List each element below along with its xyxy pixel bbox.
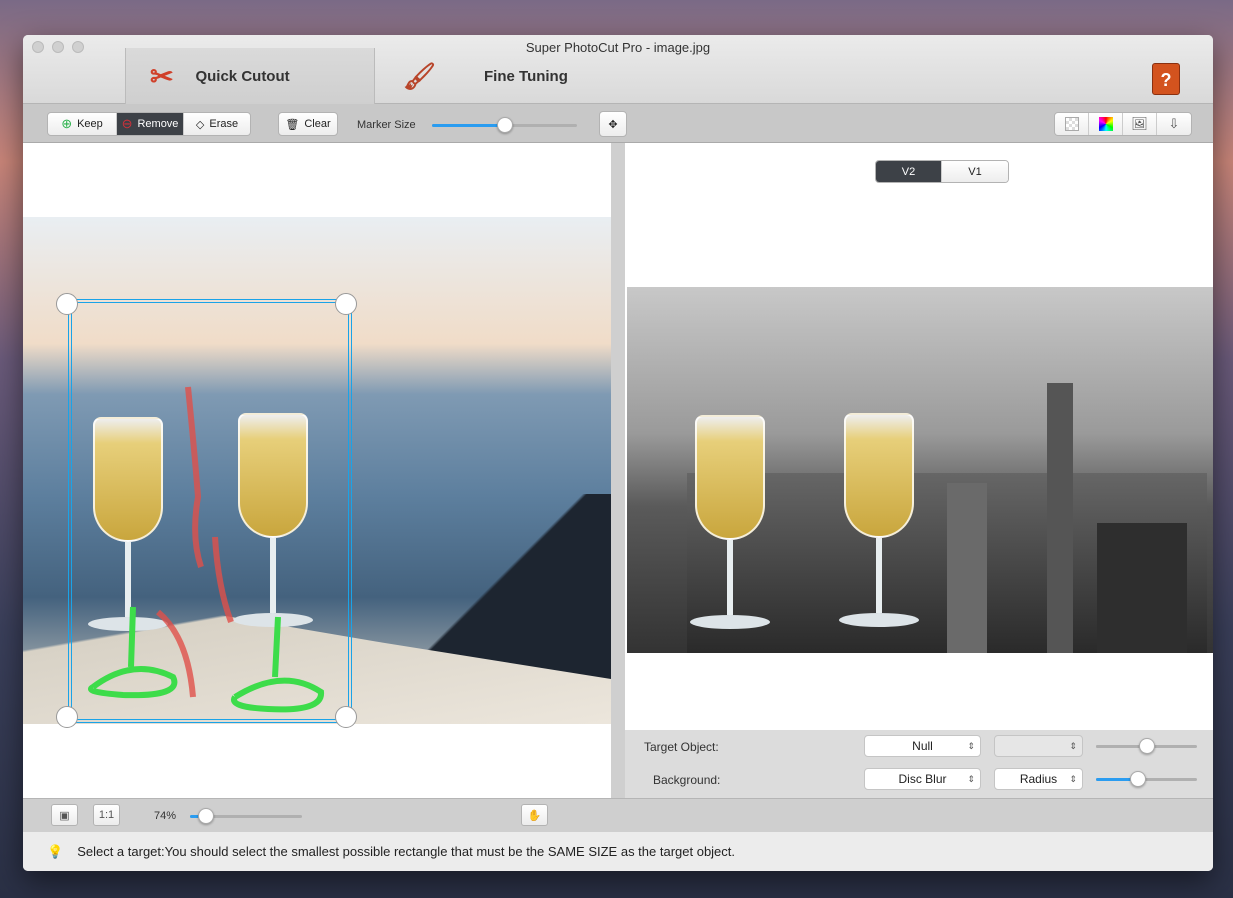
status-text: Select a target:You should select the sm… (77, 844, 736, 859)
background-select[interactable]: Disc Blur ⇕ (864, 768, 981, 790)
tab-label: Quick Cutout (195, 67, 290, 85)
remove-label: Remove (137, 118, 179, 130)
resize-handle-bottom-left[interactable] (56, 706, 78, 728)
preview-image (627, 287, 1213, 653)
image-bg-icon[interactable]: 🖼 (1123, 113, 1157, 135)
app-window: Super PhotoCut Pro - image.jpg ✂ Quick C… (23, 35, 1213, 871)
lightbulb-icon: 💡 (47, 843, 64, 859)
target-option-select[interactable]: ⇕ (994, 735, 1083, 757)
view-options: 🖼 ⇩ (1054, 112, 1192, 136)
zoom-slider[interactable] (190, 808, 302, 824)
actual-size-button[interactable]: 1:1 (93, 804, 120, 826)
color-picker-icon[interactable] (1089, 113, 1123, 135)
updown-icon: ⇕ (1069, 740, 1077, 751)
toolbar: ⊕ Keep ⊖ Remove ◇ Erase 🗑 Clear Marker Size … (23, 104, 1213, 143)
target-object-label: Target Object: (644, 740, 719, 754)
bottom-bar: ▣ 1:1 74% ✋ (23, 798, 1213, 832)
help-book-icon[interactable]: ? (1152, 63, 1180, 95)
eraser-icon: ◇ (195, 118, 205, 131)
target-object-value: Null (912, 739, 933, 753)
move-tool-button[interactable]: ✥ (599, 111, 627, 137)
tab-quick-cutout[interactable]: ✂ Quick Cutout (125, 48, 375, 104)
trash-icon: 🗑 (285, 118, 300, 131)
marker-mode-segmented: ⊕ Keep ⊖ Remove ◇ Erase (47, 112, 251, 136)
erase-button[interactable]: ◇ Erase (184, 113, 250, 135)
zoom-level: 74% (154, 810, 177, 822)
target-object-select[interactable]: Null ⇕ (864, 735, 981, 757)
export-icon[interactable]: ⇩ (1157, 113, 1191, 135)
background-param-select[interactable]: Radius ⇕ (994, 768, 1083, 790)
clear-label: Clear (304, 118, 331, 130)
fit-screen-icon[interactable]: ▣ (51, 804, 78, 826)
tab-label: Fine Tuning (484, 67, 568, 85)
split-divider[interactable] (611, 143, 625, 798)
background-param-value: Radius (1019, 772, 1058, 786)
erase-label: Erase (209, 118, 239, 130)
tab-fine-tuning[interactable]: 🖌 Fine Tuning (375, 48, 625, 104)
updown-icon: ⇕ (1069, 773, 1077, 784)
paintbrush-icon: 🖌 (403, 60, 437, 91)
selection-rectangle[interactable] (68, 299, 352, 723)
resize-handle-top-right[interactable] (335, 293, 357, 315)
target-slider[interactable] (1096, 738, 1197, 754)
effect-controls: Target Object: Null ⇕ ⇕ Background: Disc … (625, 730, 1213, 798)
source-canvas[interactable] (23, 143, 611, 798)
status-bar: 💡 Select a target:You should select the … (23, 832, 1213, 871)
preview-pane: V2 V1 Target Object: Null ⇕ ⇕ Background:… (625, 143, 1213, 798)
keep-button[interactable]: ⊕ Keep (48, 113, 117, 135)
transparent-bg-icon[interactable] (1055, 113, 1089, 135)
preview-glass-left (690, 415, 770, 629)
version-toggle: V2 V1 (875, 160, 1009, 183)
marker-size-slider[interactable] (432, 117, 577, 133)
minus-circle-icon: ⊖ (121, 116, 133, 131)
resize-handle-bottom-right[interactable] (335, 706, 357, 728)
clear-button[interactable]: 🗑 Clear (278, 112, 338, 136)
preview-glass-right (839, 413, 919, 627)
keep-label: Keep (77, 118, 103, 130)
title-bar: Super PhotoCut Pro - image.jpg ✂ Quick C… (23, 35, 1213, 104)
resize-handle-top-left[interactable] (56, 293, 78, 315)
remove-button[interactable]: ⊖ Remove (117, 113, 184, 135)
hand-icon[interactable]: ✋ (521, 804, 548, 826)
radius-slider[interactable] (1096, 771, 1197, 787)
marker-size-label: Marker Size (357, 119, 416, 131)
plus-circle-icon: ⊕ (61, 116, 73, 131)
updown-icon: ⇕ (967, 773, 975, 784)
version-v2[interactable]: V2 (876, 161, 942, 182)
updown-icon: ⇕ (967, 740, 975, 751)
version-v1[interactable]: V1 (942, 161, 1008, 182)
scissors-icon: ✂ (150, 60, 174, 92)
background-label: Background: (653, 773, 721, 787)
move-arrows-icon: ✥ (608, 118, 618, 131)
background-value: Disc Blur (898, 772, 947, 786)
